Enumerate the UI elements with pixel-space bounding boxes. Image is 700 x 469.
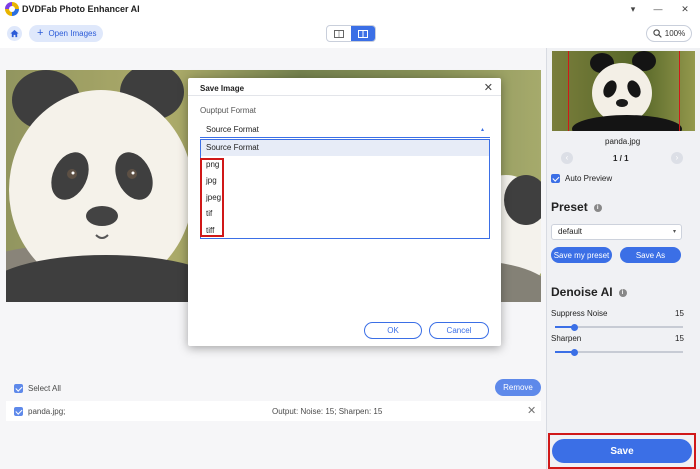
format-option-png[interactable]: png: [201, 157, 489, 173]
split-view-button[interactable]: [351, 26, 375, 41]
output-format-select[interactable]: Source Format ▴: [200, 122, 490, 138]
format-option-jpeg[interactable]: jpeg: [201, 190, 489, 206]
zoom-control[interactable]: 100%: [646, 25, 692, 42]
format-option-jpg[interactable]: jpg: [201, 173, 489, 189]
dialog-title: Save Image: [200, 84, 245, 93]
suppress-noise-label: Suppress Noise: [551, 309, 608, 318]
single-view-icon: [334, 29, 344, 38]
split-view-icon: [358, 29, 368, 38]
title-bar: DVDFab Photo Enhancer AI ▾ — ✕: [0, 0, 700, 18]
save-my-preset-button[interactable]: Save my preset: [551, 247, 612, 263]
app-logo-icon: [5, 2, 19, 16]
auto-preview-checkbox[interactable]: [551, 174, 560, 183]
thumbnail-view-frame[interactable]: [568, 51, 680, 131]
output-format-value: Source Format: [206, 125, 259, 134]
info-icon[interactable]: i: [593, 204, 602, 212]
save-image-dialog: Save Image ✕ Ouptput Format Source Forma…: [188, 78, 501, 346]
preset-title: Preset i: [551, 200, 602, 214]
info-icon[interactable]: i: [618, 289, 627, 297]
page-indicator: 1 / 1: [613, 154, 629, 163]
sharpen-handle[interactable]: [571, 348, 578, 356]
open-images-button[interactable]: + Open Images: [29, 25, 103, 42]
save-button[interactable]: Save: [552, 439, 692, 463]
single-view-button[interactable]: [327, 26, 351, 41]
preview-file-name: panda.jpg: [605, 137, 641, 146]
sharpen-value: 15: [675, 334, 684, 343]
output-format-label: Ouptput Format: [200, 106, 257, 115]
format-option-tiff[interactable]: tiff: [201, 223, 489, 239]
zoom-icon: [653, 29, 662, 38]
chevron-down-icon: ▾: [672, 229, 676, 235]
denoise-title: Denoise AI i: [551, 285, 627, 299]
ok-button[interactable]: OK: [364, 322, 422, 339]
format-option-tif[interactable]: tif: [201, 206, 489, 222]
open-images-label: Open Images: [48, 29, 97, 38]
preset-select[interactable]: default ▾: [551, 224, 682, 240]
format-option-source[interactable]: Source Format: [201, 140, 489, 156]
view-toggle: [326, 25, 376, 42]
plus-icon: +: [37, 27, 44, 39]
next-image-button[interactable]: ›: [671, 152, 683, 164]
save-as-button[interactable]: Save As: [620, 247, 681, 263]
suppress-noise-handle[interactable]: [571, 323, 578, 331]
cancel-button[interactable]: Cancel: [429, 322, 489, 339]
toolbar: + Open Images 100%: [0, 18, 700, 48]
suppress-noise-value: 15: [675, 309, 684, 318]
minimize-button[interactable]: —: [651, 2, 665, 16]
settings-sidebar: panda.jpg ‹ 1 / 1 › Auto Preview Preset i…: [546, 48, 700, 469]
close-window-button[interactable]: ✕: [678, 2, 692, 16]
format-dropdown-list: Source Format png jpg jpeg tif tiff: [200, 139, 490, 239]
thumbnail-preview[interactable]: [552, 51, 695, 131]
zoom-level: 100%: [664, 29, 686, 38]
prev-image-button[interactable]: ‹: [561, 152, 573, 164]
preset-title-text: Preset: [551, 200, 588, 214]
format-options-highlight: [200, 158, 224, 237]
home-button[interactable]: [7, 26, 22, 41]
sharpen-slider[interactable]: [555, 348, 683, 356]
dialog-header: Save Image ✕: [188, 78, 501, 96]
preset-value: default: [558, 227, 583, 236]
sharpen-label: Sharpen: [551, 334, 582, 343]
chevron-up-icon: ▴: [480, 127, 484, 133]
close-icon[interactable]: ✕: [484, 81, 493, 94]
home-icon: [10, 29, 19, 38]
suppress-noise-slider[interactable]: [555, 323, 683, 331]
auto-preview-label: Auto Preview: [565, 174, 613, 183]
denoise-title-text: Denoise AI: [551, 285, 613, 299]
app-title: DVDFab Photo Enhancer AI: [22, 4, 140, 14]
menu-button[interactable]: ▾: [626, 2, 640, 16]
